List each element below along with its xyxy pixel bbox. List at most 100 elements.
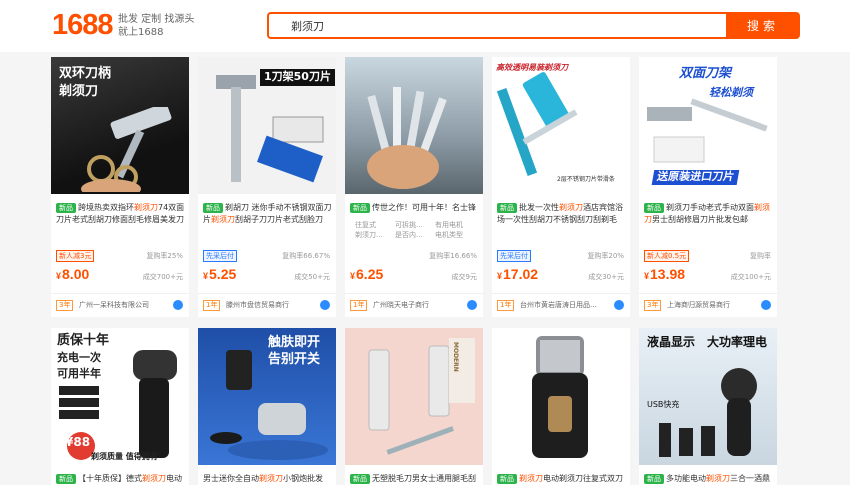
product-title[interactable]: 新品 跨境热卖双指环剃须刀74双面刀片老式刮胡刀修面刮毛修眉美发刀	[56, 202, 186, 226]
razor-image	[659, 368, 757, 457]
promo-tag: 先采后付	[497, 250, 531, 262]
new-badge: 新品	[350, 203, 370, 213]
shop-name[interactable]: 广州晓天电子商行	[373, 300, 465, 310]
shop-years-icon: 1年	[203, 300, 221, 311]
slogan-line-1: 批发 定制 找源头	[118, 14, 195, 25]
product-image[interactable]: 双环刀柄 剃须刀	[51, 57, 189, 194]
wangwang-icon[interactable]	[467, 300, 477, 310]
price-value: 8.00	[62, 266, 90, 282]
product-card[interactable]: 新品 传世之作！可用十年！名士锋 往复式 可拆挑… 有用电机 剃须刀… 是否内… …	[345, 57, 483, 317]
product-title[interactable]: 新品 多功能电动剃须刀三合一酒鼎	[644, 473, 774, 485]
product-image[interactable]: 高效透明易装剃须刀 2层不锈钢刀片带滑条	[492, 57, 630, 194]
product-image[interactable]	[492, 328, 630, 465]
attribute: 可拆挑…	[395, 221, 423, 229]
product-image[interactable]	[345, 57, 483, 194]
shop-name[interactable]: 广州一呆科技有限公司	[79, 300, 171, 310]
product-card[interactable]: 双面刀架 轻松剃须 送原装进口刀片 新品 剃须刀手动老式手动双面剃须刀男士刮胡修眉…	[639, 57, 777, 317]
new-badge: 新品	[644, 203, 664, 213]
title-part: 三合一酒鼎	[730, 474, 770, 483]
shop-footer: 3年 广州一呆科技有限公司	[51, 293, 189, 317]
image-caption: 双环刀柄	[59, 66, 112, 81]
product-card[interactable]: 1刀架50刀片 新品 剃胡刀 迷你手动不锈钢双面刀片剃须刀刮胡子刀刀片老式刮脸刀 …	[198, 57, 336, 317]
shop-footer: 1年 滕州市盘信贸易商行	[198, 293, 336, 317]
wangwang-icon[interactable]	[614, 300, 624, 310]
image-caption: MODERN	[451, 342, 459, 372]
shop-footer: 3年 上海商归源贸易商行	[639, 293, 777, 317]
product-title[interactable]: 新品 剃须刀手动老式手动双面剃须刀男士刮胡修眉刀片批发包邮	[644, 202, 774, 226]
wangwang-icon[interactable]	[761, 300, 771, 310]
price: ¥13.98	[644, 266, 686, 282]
price-value: 13.98	[650, 266, 686, 282]
sold-amount: 成交700+元	[142, 273, 183, 281]
product-title[interactable]: 新品 传世之作！可用十年！名士锋	[350, 202, 480, 214]
title-part: 【十年质保】德式	[78, 474, 142, 483]
repurchase-rate: 复购率16.66%	[429, 252, 477, 260]
sold-amount: 成交50+元	[294, 273, 330, 281]
product-image[interactable]: 液晶显示 大功率理电 USB快充	[639, 328, 777, 465]
new-badge: 新品	[350, 474, 370, 484]
new-badge: 新品	[644, 474, 664, 484]
razor-image	[368, 338, 475, 455]
product-card[interactable]: 触肤即开 告别开关 男士迷你全自动剃须刀小钢炮批发	[198, 328, 336, 485]
title-part: 电动	[166, 474, 182, 483]
product-image[interactable]: MODERN	[345, 328, 483, 465]
shop-years-icon: 1年	[497, 300, 515, 311]
razor-image	[216, 75, 324, 183]
product-card[interactable]: 液晶显示 大功率理电 USB快充 新品 多功能电动剃须刀三合一酒鼎	[639, 328, 777, 485]
sold-amount: 成交100+元	[730, 273, 771, 281]
image-caption: 剃须刀	[59, 84, 99, 99]
sold-amount: 成交9元	[451, 273, 477, 281]
product-image[interactable]: 触肤即开 告别开关	[198, 328, 336, 465]
title-highlight: 剃须刀	[134, 203, 158, 212]
product-title[interactable]: 新品 剃胡刀 迷你手动不锈钢双面刀片剃须刀刮胡子刀刀片老式刮脸刀	[203, 202, 333, 226]
product-card[interactable]: 新品 剃须刀电动剃须刀往复式双刀	[492, 328, 630, 485]
product-image[interactable]: 质保十年 充电一次 可用半年 ¥88 剃须质量 值得拥有	[51, 328, 189, 465]
product-card[interactable]: 质保十年 充电一次 可用半年 ¥88 剃须质量 值得拥有 新品 【十年质保】德式剃…	[51, 328, 189, 485]
attribute: 有用电机	[435, 221, 463, 229]
slogan: 批发 定制 找源头 就上1688	[118, 13, 194, 39]
price: ¥8.00	[56, 266, 90, 282]
title-part: 跨境热卖双指环	[78, 203, 134, 212]
attribute: 电机类型	[435, 231, 463, 239]
new-badge: 新品	[203, 203, 223, 213]
attribute: 是否内…	[395, 231, 423, 239]
product-card[interactable]: 高效透明易装剃须刀 2层不锈钢刀片带滑条 新品 批发一次性剃须刀酒店宾馆浴场一次性…	[492, 57, 630, 317]
shop-years-icon: 3年	[56, 300, 74, 311]
title-part: 男士迷你全自动	[203, 474, 259, 483]
search-box	[267, 12, 726, 39]
wangwang-icon[interactable]	[173, 300, 183, 310]
shop-name[interactable]: 上海商归源贸易商行	[667, 300, 759, 310]
title-part: 无塑脱毛刀男女士通用腿毛刮	[372, 474, 476, 483]
product-title[interactable]: 男士迷你全自动剃须刀小钢炮批发	[203, 473, 333, 485]
title-part: 多功能电动	[666, 474, 706, 483]
new-badge: 新品	[56, 474, 76, 484]
logo[interactable]: 1688	[52, 9, 114, 42]
product-title[interactable]: 新品 剃须刀电动剃须刀往复式双刀	[497, 473, 627, 485]
product-card[interactable]: 双环刀柄 剃须刀 新品 跨境热卖双指环剃须刀74双面刀片老式刮胡刀修面刮毛修眉美发…	[51, 57, 189, 317]
product-image[interactable]: 1刀架50刀片	[198, 57, 336, 194]
product-card[interactable]: MODERN 新品 无塑脱毛刀男女士通用腿毛刮	[345, 328, 483, 485]
title-part: 小钢炮批发	[283, 474, 323, 483]
title-highlight: 剃须刀	[142, 474, 166, 483]
image-caption: USB快充	[647, 400, 680, 409]
search-input[interactable]	[269, 14, 726, 37]
title-part: 男士刮胡修眉刀片批发包邮	[652, 215, 748, 224]
shop-name[interactable]: 滕州市盘信贸易商行	[226, 300, 318, 310]
title-part: 剃须刀手动老式手动双面	[666, 203, 754, 212]
title-highlight: 剃须刀	[259, 474, 283, 483]
title-part: 刮胡子刀刀片老式刮脸刀	[235, 215, 323, 224]
product-title[interactable]: 新品 无塑脱毛刀男女士通用腿毛刮	[350, 473, 480, 485]
repurchase-rate: 复购率	[750, 252, 771, 260]
search-button[interactable]: 搜索	[726, 12, 800, 39]
slogan-line-2: 就上1688	[118, 27, 164, 38]
title-highlight: 剃须刀	[706, 474, 730, 483]
razor-image	[81, 107, 172, 192]
razor-image	[210, 350, 328, 460]
product-title[interactable]: 新品 批发一次性剃须刀酒店宾馆浴场一次性刮胡刀不锈钢刮刀刮剃毛	[497, 202, 627, 226]
shop-name[interactable]: 台州市黄岩唐涛日用品…	[520, 300, 612, 310]
product-image[interactable]: 双面刀架 轻松剃须 送原装进口刀片	[639, 57, 777, 194]
product-title[interactable]: 新品 【十年质保】德式剃须刀电动	[56, 473, 186, 485]
promo-tag: 新人减3元	[56, 250, 95, 262]
razor-image	[532, 336, 588, 458]
wangwang-icon[interactable]	[320, 300, 330, 310]
